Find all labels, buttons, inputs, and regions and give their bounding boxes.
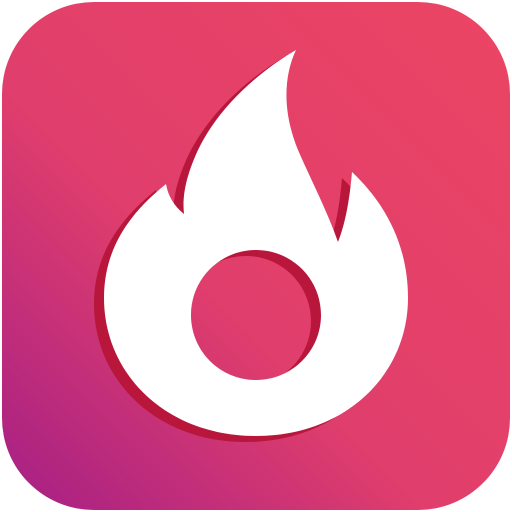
icon-canvas	[0, 0, 512, 512]
app-icon[interactable]	[0, 0, 512, 512]
